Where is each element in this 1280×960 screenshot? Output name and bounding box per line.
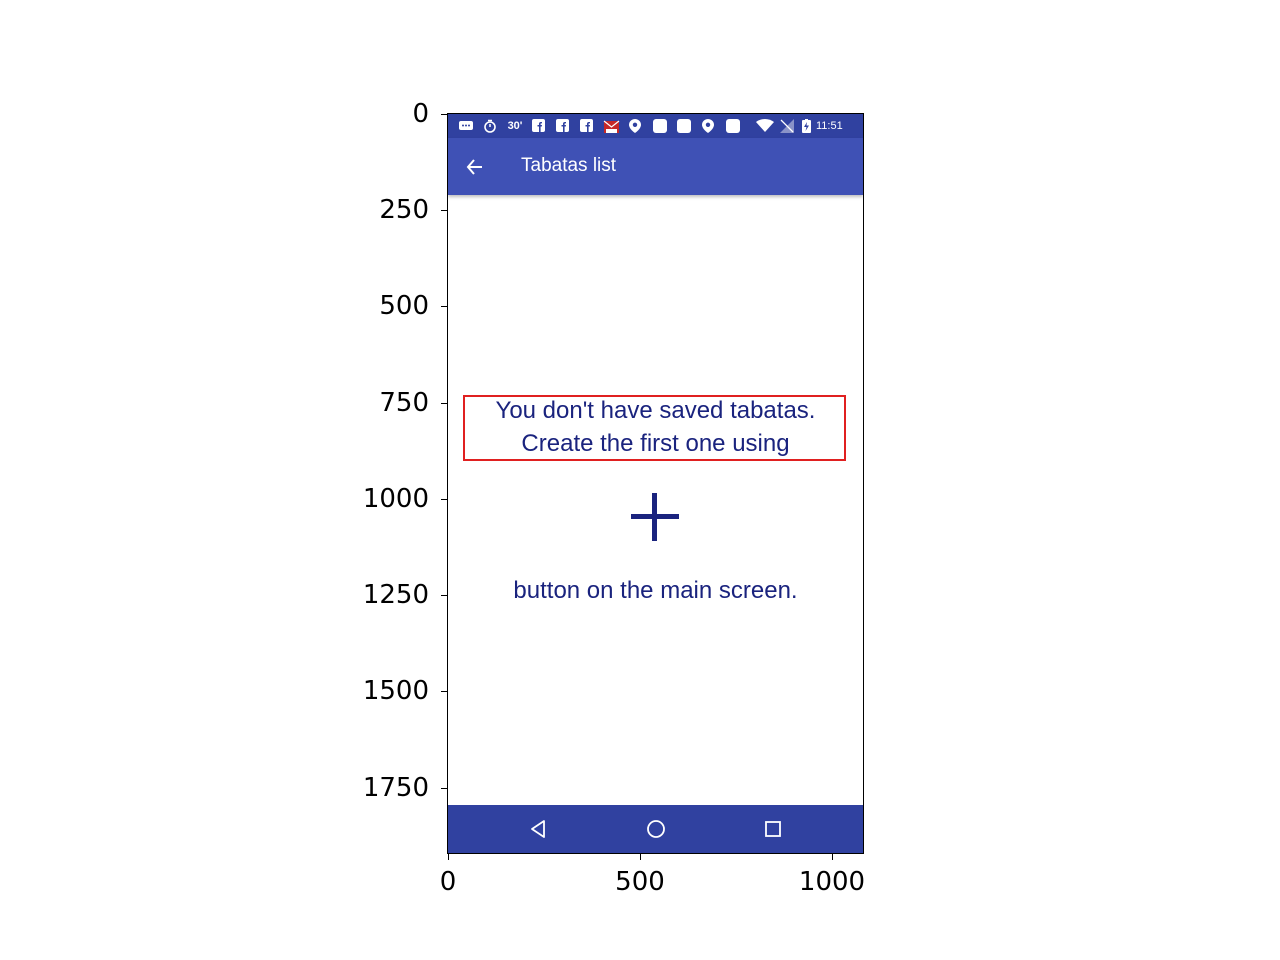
y-axis-tick-label: 0 (412, 99, 429, 129)
x-axis-tick-label: 1000 (798, 867, 866, 897)
y-axis-tick-label: 1000 (362, 484, 429, 514)
home-circle-icon (644, 820, 668, 845)
y-axis-tick (441, 306, 448, 307)
y-axis-tick-label: 750 (379, 388, 429, 418)
empty-state-line-3: button on the main screen. (513, 577, 798, 604)
y-axis-tick (441, 595, 448, 596)
x-axis-tick (448, 853, 449, 860)
plus-icon (630, 492, 680, 542)
nav-home-button[interactable] (644, 817, 668, 841)
app-icon (653, 119, 667, 133)
battery-charging-icon (801, 119, 811, 133)
nav-back-button[interactable] (527, 817, 551, 841)
location-icon (701, 119, 715, 133)
no-signal-icon (780, 119, 794, 133)
back-triangle-icon (527, 820, 551, 845)
y-axis-tick-label: 500 (379, 291, 429, 321)
highlight-box (463, 395, 846, 461)
y-axis-tick (441, 114, 448, 115)
toolbar-title: Tabatas list (521, 155, 617, 176)
y-axis-tick (441, 403, 448, 404)
x-axis-tick (640, 853, 641, 860)
y-axis-tick-label: 250 (379, 195, 429, 225)
timer-label: 30' (507, 120, 523, 132)
nav-recents-button[interactable] (761, 817, 785, 841)
facebook-icon (531, 119, 545, 133)
wifi-icon (756, 119, 774, 133)
back-button[interactable] (462, 154, 488, 180)
app-icon (726, 119, 740, 133)
recents-square-icon (761, 821, 785, 845)
y-axis-tick-label: 1500 (362, 676, 429, 706)
y-axis-tick-label: 1750 (362, 773, 429, 803)
arrow-back-icon (462, 159, 488, 184)
app-icon (677, 119, 691, 133)
y-axis-tick-label: 1250 (362, 580, 429, 610)
app-toolbar: Tabatas list (448, 138, 863, 195)
x-axis-tick-label: 500 (615, 867, 665, 897)
navigation-bar (448, 805, 863, 853)
y-axis-tick (441, 788, 448, 789)
stopwatch-icon (482, 119, 498, 133)
x-axis-tick-label: 0 (439, 867, 457, 897)
y-axis-tick (441, 499, 448, 500)
facebook-icon (579, 119, 593, 133)
location-icon (628, 119, 642, 133)
figure-canvas: 30' 11:51 Tabatas list You don't have sa… (0, 0, 1280, 960)
status-bar: 30' 11:51 (448, 114, 863, 138)
y-axis-tick (441, 691, 448, 692)
facebook-icon (555, 119, 569, 133)
chat-icon (458, 119, 474, 133)
y-axis-tick (441, 210, 448, 211)
pdf-app-icon (602, 119, 620, 133)
phone-screen: 30' 11:51 Tabatas list You don't have sa… (448, 114, 863, 853)
x-axis-tick (832, 853, 833, 860)
status-time: 11:51 (816, 120, 843, 132)
